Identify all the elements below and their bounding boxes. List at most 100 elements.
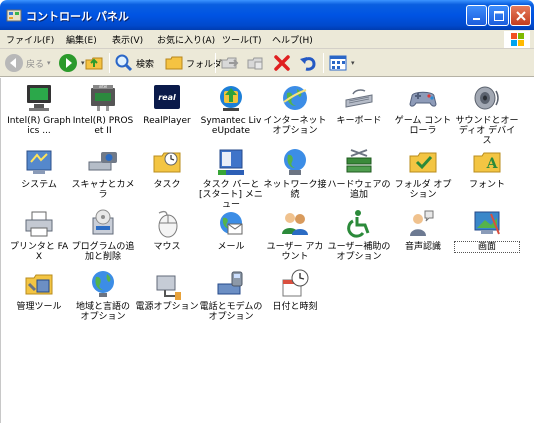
mouse-icon <box>158 210 178 238</box>
item-add-hardware[interactable]: ハードウェアの追加 <box>327 146 391 200</box>
item-label: タスク <box>153 180 181 190</box>
copy-to-button[interactable] <box>246 51 266 75</box>
item-label: 地域と言語の オプション <box>75 302 130 322</box>
delete-button[interactable] <box>272 51 292 75</box>
item-power-options[interactable]: 電源オプション <box>135 268 199 312</box>
item-game-controllers[interactable]: ゲーム コントローラ <box>391 82 455 136</box>
up-folder-icon <box>85 57 103 70</box>
item-keyboard[interactable]: キーボード <box>327 82 391 126</box>
search-icon <box>115 54 133 72</box>
item-network-connections[interactable]: ネットワーク接続 <box>263 146 327 200</box>
item-label: サウンドとオーディオ デバイス <box>455 116 519 146</box>
item-mail[interactable]: メール <box>199 208 263 252</box>
menu-bar: ファイル(F) 編集(E) 表示(V) お気に入り(A) ツール(T) ヘルプ(… <box>0 30 534 49</box>
item-taskbar-start-menu[interactable]: タスク バーと [スタート] メニュー <box>199 146 263 210</box>
item-folder-options[interactable]: フォルダ オプション <box>391 146 455 200</box>
menu-file[interactable]: ファイル(F) <box>6 33 54 46</box>
item-intel-graphics[interactable]: Intel(R) Graphics ... <box>7 82 71 136</box>
item-sound-audio-devices[interactable]: サウンドとオーディオ デバイス <box>455 82 519 146</box>
scanner-camera-icon <box>88 152 117 171</box>
item-label: プリンタと FAX <box>9 242 69 262</box>
intel-graphics-icon <box>27 85 51 111</box>
item-speech-recognition[interactable]: 音声認識 <box>391 208 455 252</box>
minimize-button[interactable] <box>466 5 487 26</box>
close-icon <box>515 10 526 21</box>
maximize-button[interactable] <box>488 5 509 26</box>
move-to-icon <box>221 57 239 69</box>
menu-edit[interactable]: 編集(E) <box>66 33 97 46</box>
power-options-icon <box>156 275 181 300</box>
toolbar-separator <box>109 53 110 73</box>
back-dropdown-icon[interactable]: ▾ <box>47 59 51 67</box>
item-label: システム <box>21 180 57 190</box>
item-label: 電話とモデムの オプション <box>199 302 263 322</box>
item-label: マウス <box>153 242 181 252</box>
views-button[interactable]: ▾ <box>328 51 355 75</box>
toolbar-separator <box>215 53 216 73</box>
item-label: フォルダ オプション <box>394 180 452 200</box>
window-title: コントロール パネル <box>26 10 129 23</box>
control-panel-items: Intel(R) Graphics ... intel Intel(R) PRO… <box>0 78 534 423</box>
item-label: Symantec LiveUpdate <box>200 116 262 136</box>
user-accounts-icon <box>282 213 308 235</box>
display-icon <box>474 211 500 235</box>
forward-button[interactable]: ▾ <box>58 51 85 75</box>
up-folder-button[interactable] <box>84 51 104 75</box>
symantec-liveupdate-icon <box>220 86 242 111</box>
maximize-icon <box>493 10 504 21</box>
menu-help[interactable]: ヘルプ(H) <box>272 33 313 46</box>
speaker-icon <box>474 86 499 110</box>
item-label: ユーザー補助のオプション <box>327 242 391 262</box>
item-symantec-liveupdate[interactable]: Symantec LiveUpdate <box>199 82 263 136</box>
item-label: ユーザー アカウント <box>266 242 324 262</box>
item-label: タスク バーと [スタート] メニュー <box>199 180 263 210</box>
views-icon <box>329 55 347 71</box>
item-date-time[interactable]: 日付と時刻 <box>263 268 327 312</box>
printer-icon <box>25 211 53 237</box>
realplayer-icon: real <box>154 85 180 109</box>
undo-button[interactable] <box>298 51 318 75</box>
network-globe-icon <box>284 149 306 175</box>
item-add-remove-programs[interactable]: プログラムの追加と削除 <box>71 208 135 262</box>
search-button[interactable]: 検索 <box>114 51 154 75</box>
item-user-accounts[interactable]: ユーザー アカウント <box>263 208 327 262</box>
item-fonts[interactable]: A フォント <box>455 146 519 190</box>
item-scheduled-tasks[interactable]: タスク <box>135 146 199 190</box>
item-label: 音声認識 <box>404 242 441 252</box>
item-realplayer[interactable]: real RealPlayer <box>135 82 199 126</box>
date-time-icon <box>282 269 309 297</box>
item-mouse[interactable]: マウス <box>135 208 199 252</box>
close-button[interactable] <box>510 5 531 26</box>
item-administrative-tools[interactable]: 管理ツール <box>7 268 71 312</box>
item-label: スキャナとカメラ <box>71 180 135 200</box>
back-button[interactable]: 戻る ▾ <box>4 51 51 75</box>
item-label: フォント <box>468 180 505 190</box>
mail-icon <box>220 212 243 235</box>
item-regional-language-options[interactable]: 地域と言語の オプション <box>71 268 135 322</box>
svg-text:real: real <box>158 93 176 102</box>
move-to-button[interactable] <box>220 51 240 75</box>
toolbar: 戻る ▾ ▾ 検索 フォルダ ▾ <box>0 49 534 77</box>
item-label: メール <box>217 242 245 252</box>
back-label: 戻る <box>26 59 45 70</box>
item-internet-options[interactable]: インターネット オプション <box>263 82 327 136</box>
item-phone-modem-options[interactable]: 電話とモデムの オプション <box>199 268 263 322</box>
item-label: 日付と時刻 <box>272 302 318 312</box>
menu-tools[interactable]: ツール(T) <box>222 33 262 46</box>
views-dropdown-icon[interactable]: ▾ <box>351 59 355 67</box>
item-display[interactable]: 画面 <box>454 208 520 253</box>
menu-view[interactable]: 表示(V) <box>112 33 143 46</box>
item-label: 管理ツール <box>16 302 62 312</box>
item-accessibility-options[interactable]: ユーザー補助のオプション <box>327 208 391 262</box>
svg-text:A: A <box>486 156 499 172</box>
menu-favorites[interactable]: お気に入り(A) <box>157 33 215 46</box>
item-system[interactable]: システム <box>7 146 71 190</box>
item-label: ハードウェアの追加 <box>327 180 391 200</box>
item-label: インターネット オプション <box>263 116 327 136</box>
copy-to-icon <box>247 57 263 70</box>
folders-button[interactable]: フォルダ <box>164 51 222 75</box>
search-label: 検索 <box>136 59 155 70</box>
item-scanners-cameras[interactable]: スキャナとカメラ <box>71 146 135 200</box>
item-intel-proset[interactable]: intel Intel(R) PROSet II <box>71 82 135 136</box>
item-printers-fax[interactable]: プリンタと FAX <box>7 208 71 262</box>
